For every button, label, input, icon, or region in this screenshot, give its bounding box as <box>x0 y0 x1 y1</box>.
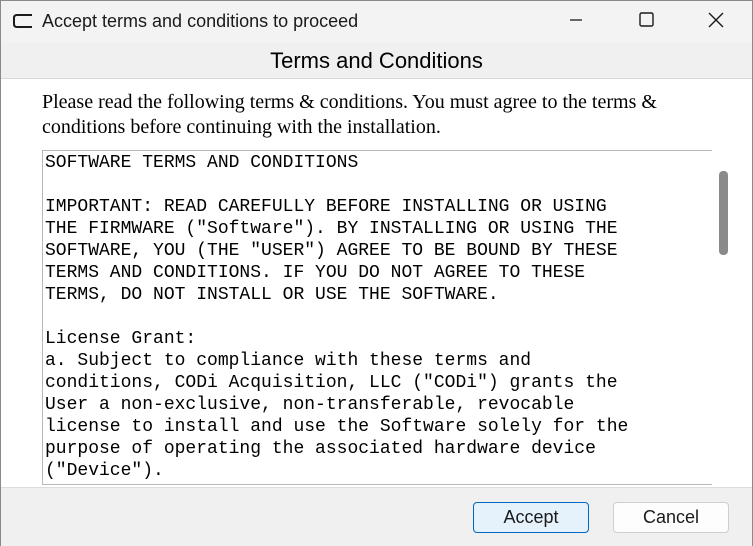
dialog-footer: Accept Cancel <box>1 487 752 546</box>
close-icon <box>708 12 724 33</box>
title-bar[interactable]: Accept terms and conditions to proceed <box>1 1 752 43</box>
scrollbar-thumb[interactable] <box>719 171 728 255</box>
dialog-header: Terms and Conditions <box>1 43 752 79</box>
terms-textbox[interactable]: SOFTWARE TERMS AND CONDITIONS IMPORTANT:… <box>42 150 712 485</box>
dialog-content: Please read the following terms & condit… <box>1 79 752 487</box>
window-title: Accept terms and conditions to proceed <box>42 11 359 31</box>
terms-text: SOFTWARE TERMS AND CONDITIONS IMPORTANT:… <box>45 153 629 481</box>
minimize-icon <box>569 13 583 32</box>
accept-button[interactable]: Accept <box>473 502 589 533</box>
minimize-button[interactable] <box>553 1 599 43</box>
maximize-button[interactable] <box>623 1 669 43</box>
intro-text: Please read the following terms & condit… <box>42 91 657 138</box>
cancel-button[interactable]: Cancel <box>613 502 729 533</box>
page-title: Terms and Conditions <box>270 48 483 73</box>
dialog-window: Accept terms and conditions to proceed T… <box>0 0 753 546</box>
window-app-icon <box>13 14 33 28</box>
vertical-scrollbar[interactable] <box>712 150 734 483</box>
close-button[interactable] <box>693 1 739 43</box>
maximize-icon <box>638 12 654 32</box>
